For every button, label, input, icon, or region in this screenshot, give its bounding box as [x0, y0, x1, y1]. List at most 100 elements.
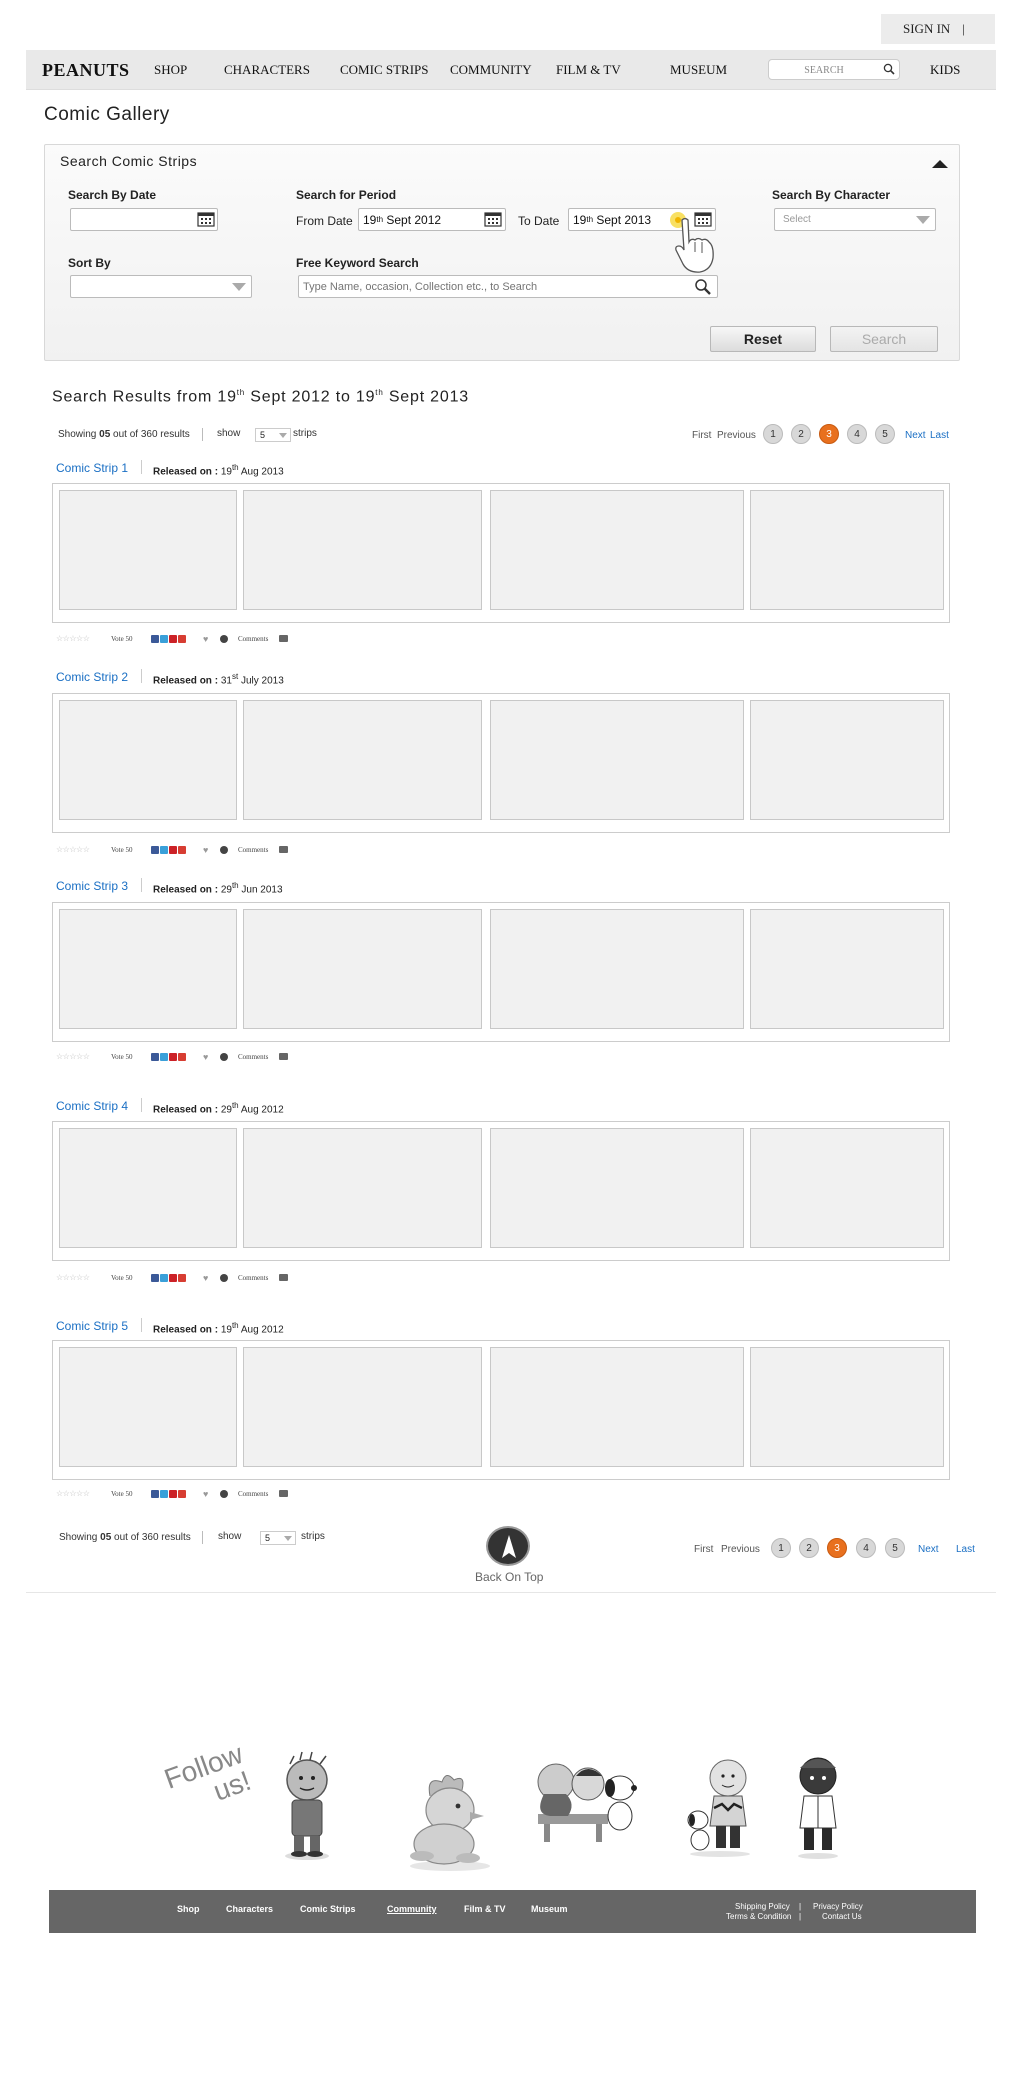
signin-link[interactable]: SIGN IN: [903, 21, 950, 37]
peanuts-logo[interactable]: PEANUTS: [42, 50, 130, 90]
strip-4-panel-2[interactable]: [243, 1128, 482, 1248]
strip-title-4[interactable]: Comic Strip 4: [56, 1099, 128, 1113]
nav-film-tv[interactable]: FILM & TV: [556, 50, 621, 90]
from-calendar-icon[interactable]: [484, 211, 502, 227]
page-next-bottom[interactable]: Next: [918, 1544, 939, 1555]
character-dropdown-icon[interactable]: [916, 216, 930, 224]
comments-link-3[interactable]: Comments: [238, 1053, 268, 1065]
nav-community[interactable]: COMMUNITY: [450, 50, 532, 90]
strip-5-panel-4[interactable]: [750, 1347, 944, 1467]
show-select-top[interactable]: 5: [255, 428, 291, 442]
strip-title-2[interactable]: Comic Strip 2: [56, 670, 128, 684]
strip-5-panel-3[interactable]: [490, 1347, 744, 1467]
page-5-bottom[interactable]: 5: [885, 1538, 905, 1558]
twitter-icon[interactable]: [160, 1490, 168, 1498]
footer-shipping-policy[interactable]: Shipping Policy: [735, 1902, 790, 1911]
share-icon[interactable]: [220, 846, 228, 854]
page-3-top-active[interactable]: 3: [819, 424, 839, 444]
franklin-figure-icon[interactable]: [790, 1752, 846, 1860]
strip-title-5[interactable]: Comic Strip 5: [56, 1319, 128, 1333]
strip-4-panel-3[interactable]: [490, 1128, 744, 1248]
page-last-top[interactable]: Last: [930, 430, 949, 441]
nav-shop[interactable]: SHOP: [154, 50, 187, 90]
calendar-icon[interactable]: [197, 211, 215, 227]
footer-museum[interactable]: Museum: [531, 1904, 568, 1914]
heart-icon[interactable]: ♥: [203, 635, 211, 644]
heart-icon[interactable]: ♥: [203, 1274, 211, 1283]
strip-4-panel-1[interactable]: [59, 1128, 237, 1248]
search-button[interactable]: Search: [830, 326, 938, 352]
footer-community[interactable]: Community: [387, 1904, 437, 1914]
nav-kids[interactable]: KIDS: [930, 50, 960, 90]
comment-icon[interactable]: [279, 1274, 288, 1281]
strip-2-panel-4[interactable]: [750, 700, 944, 820]
facebook-icon[interactable]: [151, 1053, 159, 1061]
strip-2-panel-2[interactable]: [243, 700, 482, 820]
back-to-top-button[interactable]: [486, 1526, 530, 1566]
page-2-top[interactable]: 2: [791, 424, 811, 444]
google-plus-icon[interactable]: [178, 1274, 186, 1282]
page-next-top[interactable]: Next: [905, 430, 926, 441]
page-4-top[interactable]: 4: [847, 424, 867, 444]
google-plus-icon[interactable]: [178, 846, 186, 854]
rating-stars-1[interactable]: ☆☆☆☆☆: [56, 634, 90, 643]
google-plus-icon[interactable]: [178, 1490, 186, 1498]
strip-1-panel-1[interactable]: [59, 490, 237, 610]
page-1-bottom[interactable]: 1: [771, 1538, 791, 1558]
collapse-arrow-icon[interactable]: [932, 160, 948, 168]
facebook-icon[interactable]: [151, 1274, 159, 1282]
search-icon[interactable]: [883, 63, 895, 75]
character-select[interactable]: Select: [774, 208, 936, 231]
nav-search-input[interactable]: [769, 61, 879, 80]
rating-stars-2[interactable]: ☆☆☆☆☆: [56, 845, 90, 854]
strip-1-panel-3[interactable]: [490, 490, 744, 610]
comments-link-2[interactable]: Comments: [238, 846, 268, 858]
page-1-top[interactable]: 1: [763, 424, 783, 444]
pinterest-icon[interactable]: [169, 846, 177, 854]
nav-comic-strips[interactable]: COMIC STRIPS: [340, 50, 429, 90]
page-first-bottom[interactable]: First: [694, 1544, 713, 1555]
strip-3-panel-2[interactable]: [243, 909, 482, 1029]
strip-3-panel-3[interactable]: [490, 909, 744, 1029]
twitter-icon[interactable]: [160, 1274, 168, 1282]
page-5-top[interactable]: 5: [875, 424, 895, 444]
strip-title-3[interactable]: Comic Strip 3: [56, 879, 128, 893]
pigpen-figure-icon[interactable]: [272, 1750, 342, 1862]
twitter-icon[interactable]: [160, 635, 168, 643]
show-select-bottom[interactable]: 5: [260, 1531, 296, 1545]
share-icon[interactable]: [220, 1490, 228, 1498]
facebook-icon[interactable]: [151, 846, 159, 854]
strip-2-panel-3[interactable]: [490, 700, 744, 820]
page-previous-top[interactable]: Previous: [717, 430, 756, 441]
strip-5-panel-2[interactable]: [243, 1347, 482, 1467]
comments-link-5[interactable]: Comments: [238, 1490, 268, 1502]
comments-link-1[interactable]: Comments: [238, 635, 268, 647]
reset-button[interactable]: Reset: [710, 326, 816, 352]
rating-stars-3[interactable]: ☆☆☆☆☆: [56, 1052, 90, 1061]
footer-terms[interactable]: Terms & Condition: [726, 1912, 791, 1921]
share-icon[interactable]: [220, 1274, 228, 1282]
pinterest-icon[interactable]: [169, 1274, 177, 1282]
twitter-icon[interactable]: [160, 846, 168, 854]
page-previous-bottom[interactable]: Previous: [721, 1544, 760, 1555]
share-icon[interactable]: [220, 635, 228, 643]
strip-2-panel-1[interactable]: [59, 700, 237, 820]
strip-title-1[interactable]: Comic Strip 1: [56, 461, 128, 475]
facebook-icon[interactable]: [151, 635, 159, 643]
keyword-input[interactable]: [303, 280, 683, 293]
footer-shop[interactable]: Shop: [177, 1904, 200, 1914]
facebook-icon[interactable]: [151, 1490, 159, 1498]
comment-icon[interactable]: [279, 846, 288, 853]
sort-select[interactable]: [70, 275, 252, 298]
page-4-bottom[interactable]: 4: [856, 1538, 876, 1558]
back-to-top-label[interactable]: Back On Top: [475, 1570, 543, 1584]
pinterest-icon[interactable]: [169, 1053, 177, 1061]
comment-icon[interactable]: [279, 635, 288, 642]
strip-3-panel-4[interactable]: [750, 909, 944, 1029]
page-last-bottom[interactable]: Last: [956, 1544, 975, 1555]
google-plus-icon[interactable]: [178, 1053, 186, 1061]
footer-film-tv[interactable]: Film & TV: [464, 1904, 506, 1914]
twitter-icon[interactable]: [160, 1053, 168, 1061]
by-date-input[interactable]: [70, 208, 218, 231]
rating-stars-5[interactable]: ☆☆☆☆☆: [56, 1489, 90, 1498]
